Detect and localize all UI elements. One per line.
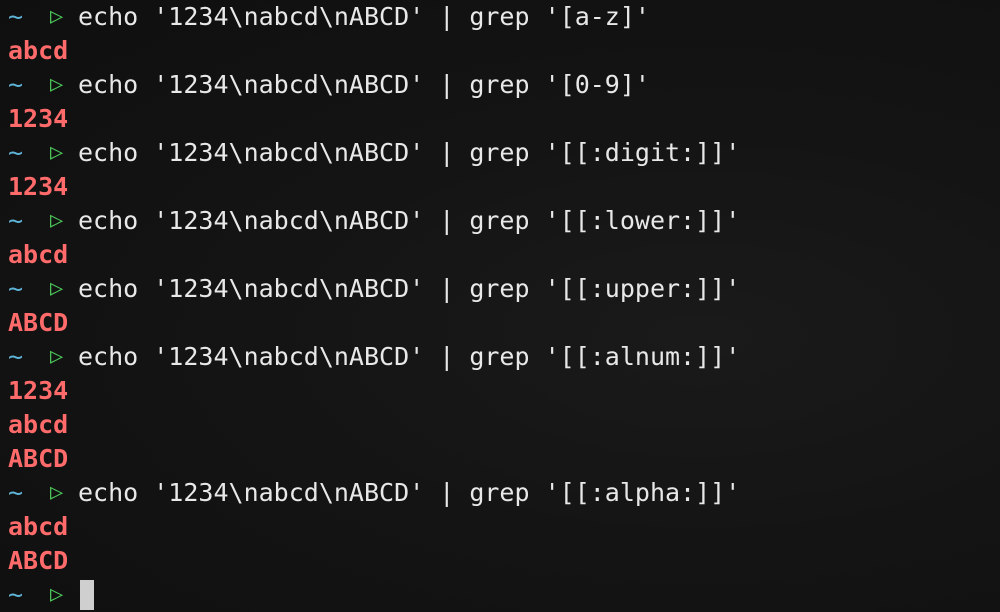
command-text: echo '1234\nabcd\nABCD' | grep '[a-z]' xyxy=(78,2,650,31)
output-line: abcd xyxy=(8,410,69,439)
command-text: echo '1234\nabcd\nABCD' | grep '[[:lower… xyxy=(78,206,741,235)
prompt-arrow-icon: ▷ xyxy=(50,582,64,607)
output-line: 1234 xyxy=(8,376,69,405)
command-line: ~ ▷ echo '1234\nabcd\nABCD' | grep '[a-z]' xyxy=(8,0,1000,34)
output-line: abcd xyxy=(8,36,69,65)
home-dir-indicator: ~ xyxy=(8,2,24,31)
active-prompt-line[interactable]: ~ ▷ xyxy=(8,578,1000,612)
command-line: ~ ▷ echo '1234\nabcd\nABCD' | grep '[[:upp… xyxy=(8,272,1000,306)
text-cursor[interactable] xyxy=(80,579,94,610)
output-line: ABCD xyxy=(8,546,69,575)
output-line: abcd xyxy=(8,512,69,541)
home-dir-indicator: ~ xyxy=(8,478,24,507)
output-line: abcd xyxy=(8,240,69,269)
home-dir-indicator: ~ xyxy=(8,138,24,167)
output-line: 1234 xyxy=(8,172,69,201)
output-line: 1234 xyxy=(8,104,69,133)
command-text: echo '1234\nabcd\nABCD' | grep '[[:alpha… xyxy=(78,478,741,507)
command-line: ~ ▷ echo '1234\nabcd\nABCD' | grep '[[:aln… xyxy=(8,340,1000,374)
prompt-arrow-icon: ▷ xyxy=(50,140,64,165)
home-dir-indicator: ~ xyxy=(8,342,24,371)
command-text: echo '1234\nabcd\nABCD' | grep '[[:alnum… xyxy=(78,342,741,371)
prompt-arrow-icon: ▷ xyxy=(50,208,64,233)
output-line: ABCD xyxy=(8,444,69,473)
command-text: echo '1234\nabcd\nABCD' | grep '[[:digit… xyxy=(78,138,741,167)
home-dir-indicator: ~ xyxy=(8,580,24,609)
command-line: ~ ▷ echo '1234\nabcd\nABCD' | grep '[0-9]' xyxy=(8,68,1000,102)
prompt-arrow-icon: ▷ xyxy=(50,276,64,301)
terminal-window[interactable]: ~ ▷ echo '1234\nabcd\nABCD' | grep '[a-z]'… xyxy=(0,0,1000,612)
prompt-arrow-icon: ▷ xyxy=(50,72,64,97)
home-dir-indicator: ~ xyxy=(8,274,24,303)
command-text: echo '1234\nabcd\nABCD' | grep '[[:upper… xyxy=(78,274,741,303)
output-line: ABCD xyxy=(8,308,69,337)
command-line: ~ ▷ echo '1234\nabcd\nABCD' | grep '[[:dig… xyxy=(8,136,1000,170)
command-line: ~ ▷ echo '1234\nabcd\nABCD' | grep '[[:alp… xyxy=(8,476,1000,510)
prompt-arrow-icon: ▷ xyxy=(50,4,64,29)
command-text: echo '1234\nabcd\nABCD' | grep '[0-9]' xyxy=(78,70,650,99)
home-dir-indicator: ~ xyxy=(8,206,24,235)
prompt-arrow-icon: ▷ xyxy=(50,344,64,369)
home-dir-indicator: ~ xyxy=(8,70,24,99)
command-line: ~ ▷ echo '1234\nabcd\nABCD' | grep '[[:low… xyxy=(8,204,1000,238)
prompt-arrow-icon: ▷ xyxy=(50,480,64,505)
